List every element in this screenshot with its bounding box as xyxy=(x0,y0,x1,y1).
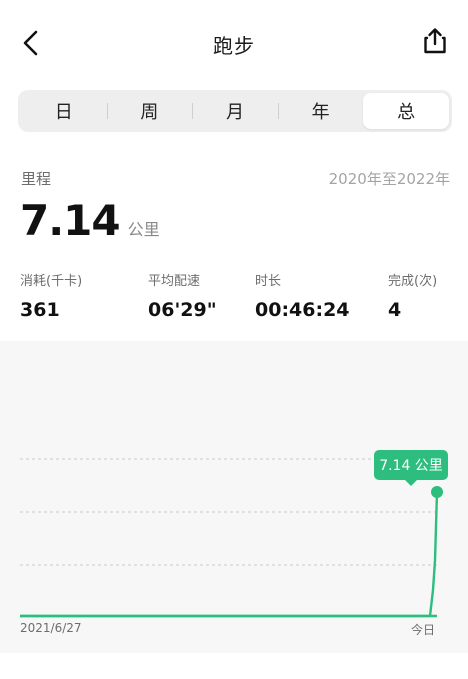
stat-duration-value: 00:46:24 xyxy=(255,299,350,321)
stat-duration-label: 时长 xyxy=(255,274,282,289)
distance-chart[interactable] xyxy=(0,341,468,653)
share-icon xyxy=(424,28,446,54)
distance-label: 里程 xyxy=(21,170,52,188)
stat-pace-value: 06'29" xyxy=(148,299,217,321)
page-title: 跑步 xyxy=(213,34,255,58)
stat-duration: 时长 00:46:24 xyxy=(255,270,350,321)
stat-calories-label: 消耗(千卡) xyxy=(20,274,83,289)
stat-completed-label: 完成(次) xyxy=(388,274,438,289)
series-line xyxy=(20,491,439,618)
tab-week[interactable]: 周 xyxy=(106,93,193,129)
stat-calories-value: 361 xyxy=(20,299,60,321)
tab-day[interactable]: 日 xyxy=(21,93,107,129)
value-callout: 7.14 公里 xyxy=(374,450,448,480)
tab-year[interactable]: 年 xyxy=(277,93,364,129)
stat-completed: 完成(次) 4 xyxy=(388,270,437,321)
distance-unit: 公里 xyxy=(127,220,160,239)
stat-pace: 平均配速 06'29" xyxy=(148,270,217,321)
x-axis-start-label: 2021/6/27 xyxy=(20,621,82,635)
top-bar: 跑步 xyxy=(0,0,468,84)
distance-total: 7.14 公里 xyxy=(20,196,160,245)
share-button[interactable] xyxy=(418,24,452,58)
stats-row: 消耗(千卡) 361 平均配速 06'29" 时长 00:46:24 完成(次)… xyxy=(20,270,460,330)
stat-pace-label: 平均配速 xyxy=(148,274,201,289)
period-tabs: 日 周 月 年 总 xyxy=(18,90,452,132)
date-range: 2020年至2022年 xyxy=(328,170,450,188)
tab-total[interactable]: 总 xyxy=(363,93,449,129)
chart-canvas xyxy=(20,458,443,618)
distance-value: 7.14 xyxy=(20,196,121,245)
tab-month[interactable]: 月 xyxy=(192,93,278,129)
chart-endpoint-dot xyxy=(431,486,443,498)
stat-calories: 消耗(千卡) 361 xyxy=(20,270,82,321)
stat-completed-value: 4 xyxy=(388,299,402,321)
x-axis-end-label: 今日 xyxy=(411,623,436,637)
